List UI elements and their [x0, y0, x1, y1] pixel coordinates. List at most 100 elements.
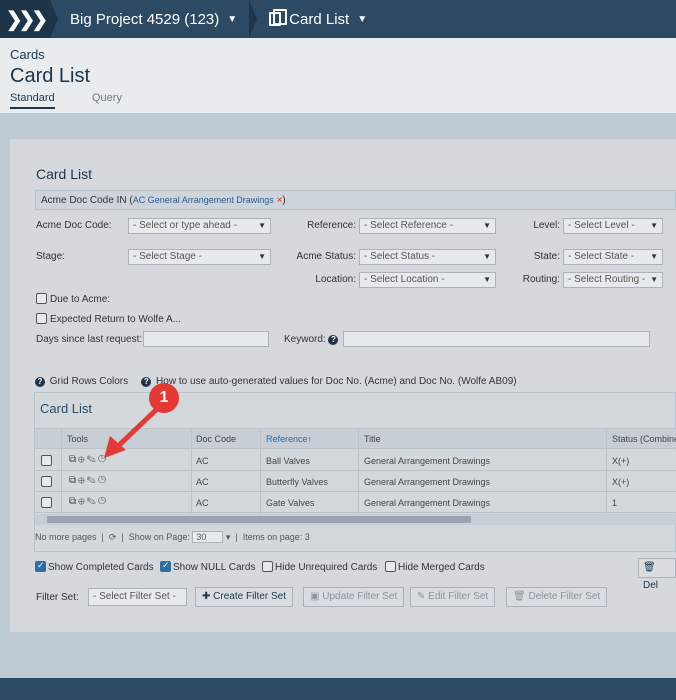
column-divider: [191, 428, 192, 514]
footer-bar: [0, 678, 676, 700]
due-to-acme-checkbox[interactable]: [36, 293, 47, 304]
location-value: - Select Location -: [364, 274, 445, 285]
column-header-reference[interactable]: Reference↑: [266, 434, 312, 444]
show-null-checkbox[interactable]: [160, 560, 171, 572]
table-row[interactable]: [35, 492, 676, 513]
grid-rows-colors-link[interactable]: Grid Rows Colors: [50, 376, 128, 387]
expected-return-checkbox[interactable]: [36, 313, 47, 324]
create-filter-set-button[interactable]: ✚ Create Filter Set: [195, 587, 293, 607]
horizontal-scrollbar[interactable]: [35, 514, 676, 525]
trash-icon: 🗑: [643, 562, 656, 573]
acme-status-select[interactable]: - Select Status - ▼: [359, 249, 496, 265]
copy-icon[interactable]: ⧉: [69, 496, 78, 507]
chevron-down-icon: ▼: [258, 252, 266, 261]
stage-select[interactable]: - Select Stage - ▼: [128, 249, 271, 265]
table-row[interactable]: [35, 471, 676, 492]
scrollbar-thumb[interactable]: [47, 516, 471, 523]
stage-label: Stage:: [36, 251, 65, 262]
tab-query[interactable]: Query: [92, 92, 122, 104]
filter-set-select[interactable]: - Select Filter Set -: [88, 588, 187, 606]
keyword-input[interactable]: [343, 331, 650, 347]
create-filter-set-label: Create Filter Set: [213, 591, 286, 602]
breadcrumb-page[interactable]: Card List ▼: [257, 0, 379, 38]
column-divider: [61, 428, 62, 514]
add-icon[interactable]: ⊕: [78, 496, 87, 507]
breadcrumb-page-label: Card List: [289, 10, 350, 28]
row-checkbox[interactable]: [41, 497, 52, 508]
row-checkbox[interactable]: [41, 455, 52, 466]
reference-select[interactable]: - Select Reference - ▼: [359, 218, 496, 234]
level-value: - Select Level -: [568, 220, 635, 231]
page-header: Cards Card List Standard Query: [0, 38, 676, 113]
chevron-down-icon: ▼: [650, 275, 658, 284]
column-divider: [606, 428, 607, 514]
app-logo-icon[interactable]: ❯❯❯: [0, 0, 50, 38]
chevron-down-icon: ▼: [483, 221, 491, 230]
auto-values-link[interactable]: How to use auto-generated values for Doc…: [156, 376, 517, 387]
copy-icon[interactable]: ⧉: [69, 454, 78, 465]
history-clock-icon[interactable]: ◷: [98, 496, 108, 507]
state-label: State:: [533, 251, 560, 262]
breadcrumb-project[interactable]: Big Project 4529 (123) ▼: [58, 0, 249, 38]
tab-standard[interactable]: Standard: [10, 92, 55, 109]
keyword-label-text: Keyword:: [284, 334, 326, 345]
delete-filter-set-button[interactable]: 🗑 Delete Filter Set: [506, 587, 608, 607]
delete-filter-set-label: Delete Filter Set: [528, 591, 601, 602]
hide-merged-checkbox[interactable]: [385, 561, 396, 572]
column-header-status[interactable]: Status (Combine: [612, 434, 676, 444]
top-nav: ❯❯❯ Big Project 4529 (123) ▼ Card List ▼: [0, 0, 676, 38]
page-title: Card List: [10, 65, 91, 87]
row-tools[interactable]: ⧉⊕✎◷: [69, 475, 108, 486]
page-size-value: 30: [196, 532, 207, 542]
column-header-title[interactable]: Title: [364, 434, 381, 444]
show-completed-label: Show Completed Cards: [48, 562, 154, 573]
edit-filter-set-button[interactable]: ✎ Edit Filter Set: [410, 587, 496, 607]
sort-up-icon: ↑: [307, 434, 313, 444]
acme-doc-code-select[interactable]: - Select or type ahead - ▼: [128, 218, 271, 234]
filter-set-value: - Select Filter Set -: [93, 591, 176, 602]
history-clock-icon[interactable]: ◷: [98, 475, 108, 486]
row-checkbox[interactable]: [41, 476, 52, 487]
hide-unrequired-checkbox[interactable]: [262, 561, 273, 572]
pager: No more pages | ⟳ | Show on Page: 30 ▾ |…: [35, 531, 310, 543]
active-filter-bar: Acme Doc Code IN (AC General Arrangement…: [35, 190, 676, 210]
row-reference: Ball Valves: [266, 456, 310, 466]
edit-pencil-icon[interactable]: ✎: [87, 475, 98, 486]
row-status: X(+): [612, 477, 630, 487]
routing-value: - Select Routing -: [568, 274, 646, 285]
edit-pencil-icon[interactable]: ✎: [87, 454, 98, 465]
row-tools[interactable]: ⧉⊕✎◷: [69, 496, 108, 507]
state-select[interactable]: - Select State - ▼: [563, 249, 663, 265]
show-on-page-label: Show on Page:: [128, 532, 190, 542]
help-icon[interactable]: ?: [328, 335, 339, 345]
update-filter-set-button[interactable]: ▣ Update Filter Set: [303, 587, 405, 607]
show-completed-checkbox[interactable]: [35, 560, 46, 572]
acme-status-label: Acme Status:: [296, 251, 356, 262]
reference-label: Reference:: [307, 220, 356, 231]
add-icon[interactable]: ⊕: [78, 454, 87, 465]
help-icon: ?: [141, 377, 152, 387]
chevron-down-icon: ▼: [650, 221, 658, 230]
level-select[interactable]: - Select Level - ▼: [563, 218, 663, 234]
refresh-icon[interactable]: ⟳: [109, 532, 117, 542]
filter-suffix: ): [282, 195, 286, 206]
column-header-doc-code[interactable]: Doc Code: [196, 434, 236, 444]
location-select[interactable]: - Select Location - ▼: [359, 272, 496, 288]
chevron-down-icon: ▼: [650, 252, 658, 261]
trash-icon: 🗑: [513, 591, 526, 602]
due-to-acme-label: Due to Acme:: [50, 294, 111, 305]
copy-icon[interactable]: ⧉: [69, 475, 78, 486]
days-since-input[interactable]: [143, 331, 269, 347]
add-icon[interactable]: ⊕: [78, 475, 87, 486]
delete-button[interactable]: 🗑 Del: [638, 558, 676, 591]
routing-select[interactable]: - Select Routing - ▼: [563, 272, 663, 288]
page-size-select[interactable]: 30: [192, 531, 224, 543]
days-since-label: Days since last request:: [36, 334, 143, 345]
breadcrumb-separator: [249, 0, 258, 38]
edit-pencil-icon[interactable]: ✎: [87, 496, 98, 507]
update-filter-set-label: Update Filter Set: [322, 591, 398, 602]
level-label: Level:: [533, 220, 560, 231]
location-label: Location:: [315, 274, 356, 285]
filter-set-label: Filter Set:: [36, 592, 79, 603]
card-title: Card List: [36, 166, 93, 182]
